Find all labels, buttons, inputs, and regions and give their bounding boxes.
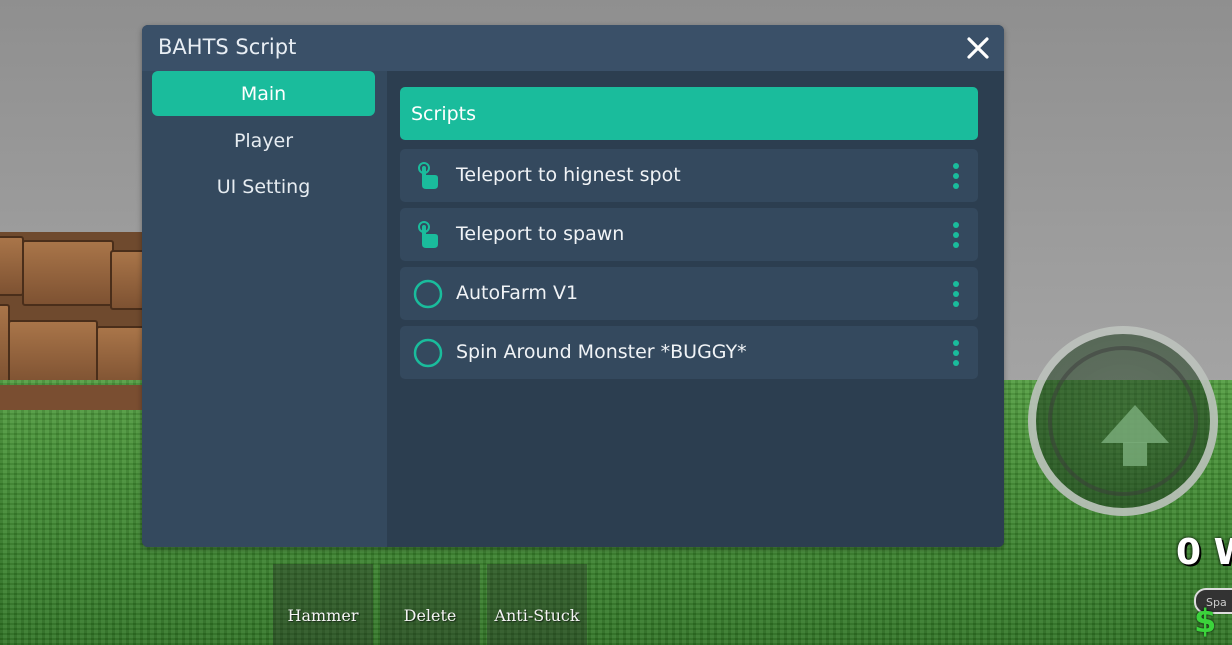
script-row-autofarm[interactable]: AutoFarm V1 [400, 267, 978, 320]
more-vertical-icon[interactable] [948, 280, 964, 308]
jump-button[interactable] [1028, 326, 1218, 516]
money-counter: 0 W [1176, 532, 1232, 573]
brick-wall-base [0, 385, 150, 410]
main-content: Scripts Teleport to hignest spot Telepor… [387, 71, 1004, 547]
more-vertical-icon[interactable] [948, 162, 964, 190]
up-arrow-stem [1123, 442, 1147, 466]
section-header-scripts: Scripts [400, 87, 978, 140]
script-row-label: Teleport to hignest spot [456, 164, 681, 186]
dollar-icon: $ [1194, 602, 1217, 640]
script-row-spin-monster[interactable]: Spin Around Monster *BUGGY* [400, 326, 978, 379]
jump-button-inner [1048, 346, 1198, 496]
sidebar-item-player[interactable]: Player [152, 118, 375, 163]
toggle-circle-icon[interactable] [413, 279, 443, 309]
tool-hotbar: Hammer Delete Anti-Stuck [273, 564, 587, 645]
tool-delete-button[interactable]: Delete [380, 564, 480, 645]
script-row-label: Teleport to spawn [456, 223, 625, 245]
script-row-teleport-spawn[interactable]: Teleport to spawn [400, 208, 978, 261]
tap-icon [413, 161, 443, 191]
sidebar-item-main[interactable]: Main [152, 71, 375, 116]
sidebar-item-ui-setting[interactable]: UI Setting [152, 164, 375, 209]
up-arrow-icon [1101, 405, 1169, 443]
tool-hammer-button[interactable]: Hammer [273, 564, 373, 645]
script-window: BAHTS Script Main Player UI Setting Scri… [142, 25, 1004, 547]
more-vertical-icon[interactable] [948, 221, 964, 249]
script-row-teleport-highest[interactable]: Teleport to hignest spot [400, 149, 978, 202]
tool-anti-stuck-button[interactable]: Anti-Stuck [487, 564, 587, 645]
close-icon [967, 37, 989, 59]
more-vertical-icon[interactable] [948, 339, 964, 367]
sidebar: Main Player UI Setting [142, 71, 387, 547]
toggle-circle-icon[interactable] [413, 338, 443, 368]
window-titlebar[interactable]: BAHTS Script [142, 25, 1004, 71]
window-title: BAHTS Script [158, 35, 297, 59]
script-row-label: AutoFarm V1 [456, 282, 579, 304]
tap-icon [413, 220, 443, 250]
close-button[interactable] [962, 32, 994, 64]
script-row-label: Spin Around Monster *BUGGY* [456, 341, 747, 363]
